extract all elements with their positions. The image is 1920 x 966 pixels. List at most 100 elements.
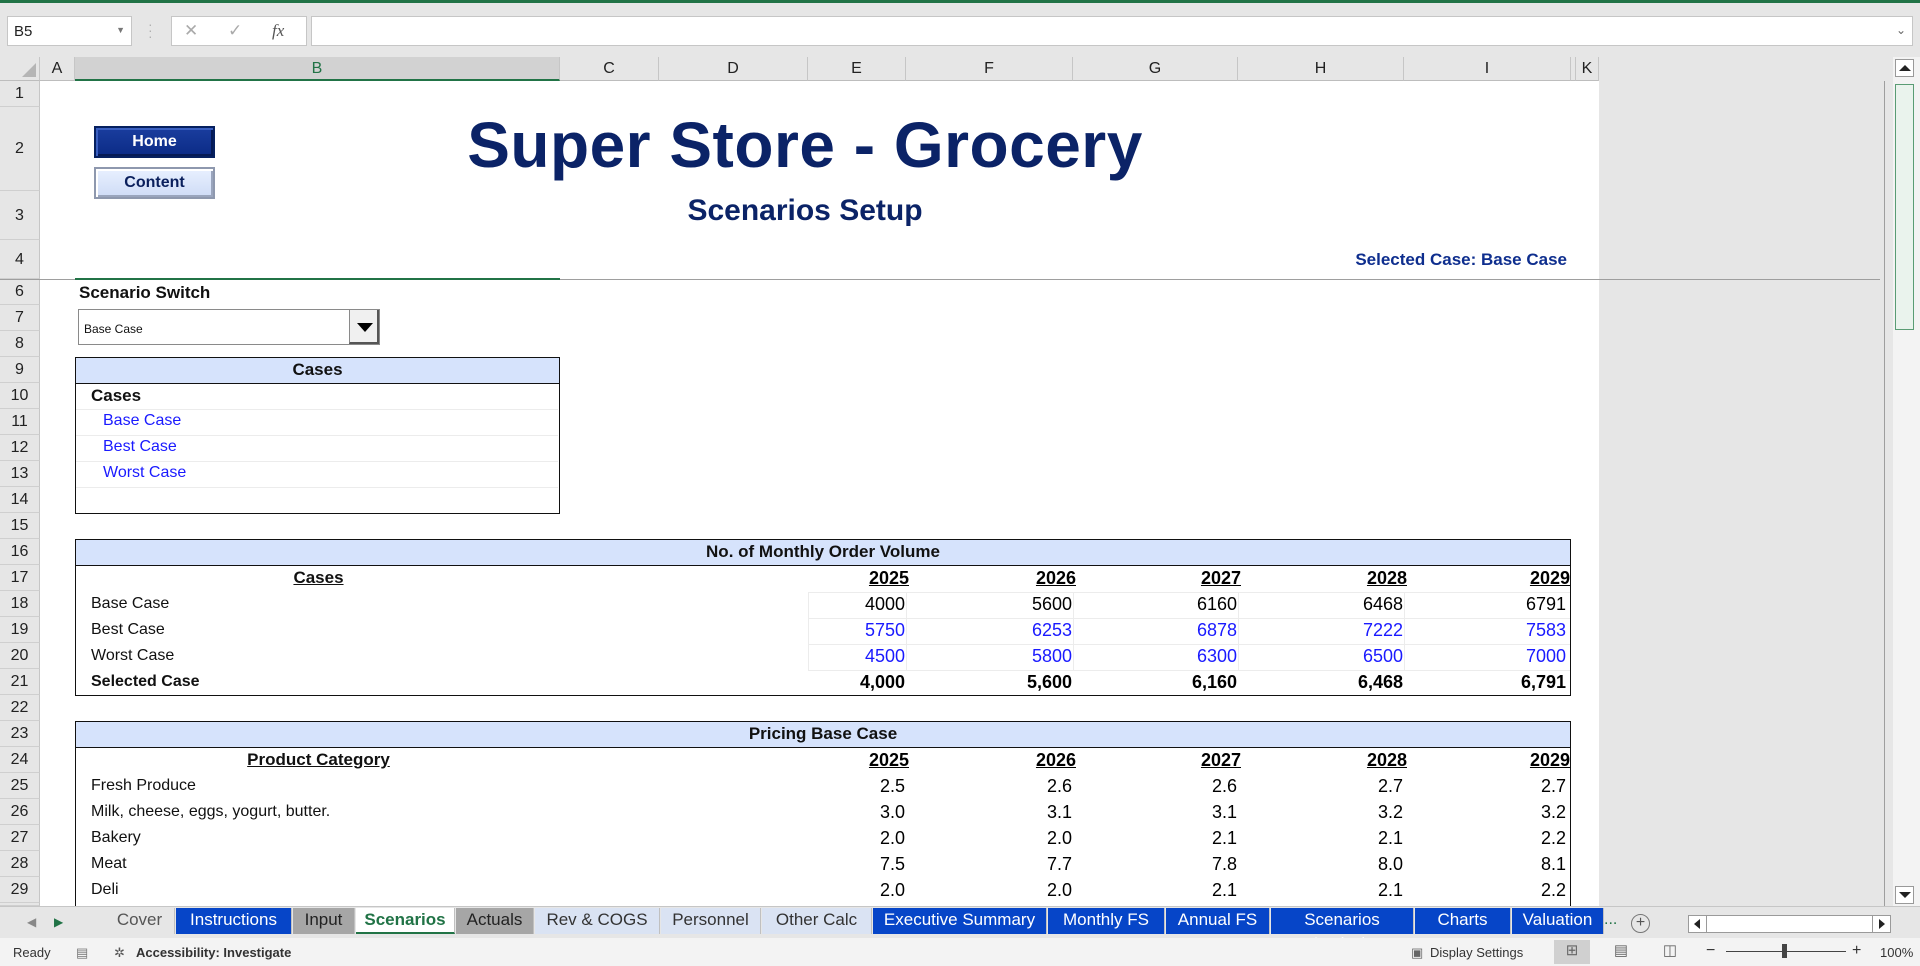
row-header-9[interactable]: 9 xyxy=(0,357,40,383)
pricing-cell[interactable]: 2.2 xyxy=(1466,880,1566,901)
page-layout-view-icon[interactable]: ▤ xyxy=(1603,940,1639,964)
row-header-4[interactable]: 4 xyxy=(0,240,40,279)
tab-scroll-left-icon[interactable]: ◀ xyxy=(27,915,36,929)
order-volume-cell[interactable]: 5,600 xyxy=(972,672,1072,693)
order-volume-cell[interactable]: 5750 xyxy=(805,620,905,641)
order-volume-cell[interactable]: 7000 xyxy=(1466,646,1566,667)
sheet-tab[interactable]: Charts xyxy=(1415,908,1511,934)
select-all-button[interactable] xyxy=(0,57,40,81)
pricing-cell[interactable]: 7.7 xyxy=(972,854,1072,875)
pricing-cell[interactable]: 2.7 xyxy=(1466,776,1566,797)
order-volume-cell[interactable]: 4000 xyxy=(805,594,905,615)
order-volume-cell[interactable]: 5600 xyxy=(972,594,1072,615)
row-header-12[interactable]: 12 xyxy=(0,435,40,461)
row-header-21[interactable]: 21 xyxy=(0,669,40,695)
case-item-base[interactable]: Base Case xyxy=(103,412,181,430)
row-header-20[interactable]: 20 xyxy=(0,643,40,669)
order-volume-cell[interactable]: 6500 xyxy=(1303,646,1403,667)
column-header-a[interactable]: A xyxy=(40,57,75,81)
order-volume-cell[interactable]: 6160 xyxy=(1137,594,1237,615)
row-header-16[interactable]: 16 xyxy=(0,539,40,565)
row-header-19[interactable]: 19 xyxy=(0,617,40,643)
zoom-level[interactable]: 100% xyxy=(1880,945,1913,960)
row-header-22[interactable]: 22 xyxy=(0,695,40,721)
row-header-27[interactable]: 27 xyxy=(0,825,40,851)
sheet-tab[interactable]: Cover xyxy=(105,908,175,934)
row-header-24[interactable]: 24 xyxy=(0,747,40,773)
zoom-in-button[interactable]: + xyxy=(1852,942,1861,960)
order-volume-cell[interactable]: 4,000 xyxy=(805,672,905,693)
pricing-cell[interactable]: 3.1 xyxy=(1137,802,1237,823)
pricing-cell[interactable]: 3.2 xyxy=(1466,802,1566,823)
macro-record-icon[interactable]: ▤ xyxy=(76,945,88,961)
pricing-cell[interactable]: 8.0 xyxy=(1303,854,1403,875)
name-box-dropdown-icon[interactable]: ▼ xyxy=(116,25,125,35)
pricing-cell[interactable]: 2.2 xyxy=(1466,828,1566,849)
column-header-b[interactable]: B xyxy=(75,57,560,81)
pricing-cell[interactable]: 8.1 xyxy=(1466,854,1566,875)
home-button[interactable]: Home xyxy=(94,126,215,158)
row-header-6[interactable]: 6 xyxy=(0,279,40,305)
sheet-tab[interactable]: Valuation xyxy=(1512,908,1604,934)
name-box[interactable]: B5 ▼ xyxy=(7,16,132,46)
column-header-f[interactable]: F xyxy=(906,57,1073,81)
order-volume-cell[interactable]: 5800 xyxy=(972,646,1072,667)
accessibility-status[interactable]: Accessibility: Investigate xyxy=(136,945,291,960)
sheet-tab[interactable]: Rev & COGS xyxy=(535,908,660,934)
order-volume-cell[interactable]: 6791 xyxy=(1466,594,1566,615)
horizontal-scrollbar[interactable] xyxy=(1688,915,1891,933)
column-header-h[interactable]: H xyxy=(1238,57,1404,81)
row-header-28[interactable]: 28 xyxy=(0,851,40,877)
column-header-c[interactable]: C xyxy=(560,57,659,81)
row-header-15[interactable]: 15 xyxy=(0,513,40,539)
case-item-worst[interactable]: Worst Case xyxy=(103,464,186,482)
sheet-tab[interactable]: Annual FS xyxy=(1166,908,1270,934)
pricing-cell[interactable]: 7.5 xyxy=(805,854,905,875)
pricing-cell[interactable]: 3.2 xyxy=(1303,802,1403,823)
pricing-cell[interactable]: 2.0 xyxy=(972,828,1072,849)
column-header-e[interactable]: E xyxy=(808,57,906,81)
scroll-down-icon[interactable] xyxy=(1895,886,1914,904)
pricing-cell[interactable]: 7.8 xyxy=(1137,854,1237,875)
display-settings-icon[interactable]: ▣ xyxy=(1411,945,1423,961)
row-header-10[interactable]: 10 xyxy=(0,383,40,409)
pricing-cell[interactable]: 2.0 xyxy=(805,828,905,849)
sheet-tab[interactable]: Input xyxy=(293,908,355,934)
sheet-tab[interactable]: Personnel xyxy=(661,908,761,934)
row-header-7[interactable]: 7 xyxy=(0,305,40,331)
chevron-down-icon[interactable] xyxy=(349,310,379,344)
row-header-3[interactable]: 3 xyxy=(0,191,40,240)
order-volume-cell[interactable]: 6468 xyxy=(1303,594,1403,615)
pricing-cell[interactable]: 2.1 xyxy=(1303,828,1403,849)
pricing-cell[interactable]: 3.1 xyxy=(972,802,1072,823)
tab-scroll-right-icon[interactable]: ▶ xyxy=(54,915,63,929)
row-header-26[interactable]: 26 xyxy=(0,799,40,825)
accessibility-icon[interactable]: ✲ xyxy=(114,945,125,961)
row-header-2[interactable]: 2 xyxy=(0,107,40,191)
pricing-cell[interactable]: 2.1 xyxy=(1137,880,1237,901)
content-button[interactable]: Content xyxy=(94,167,215,199)
zoom-slider-thumb[interactable] xyxy=(1782,944,1787,958)
column-header-g[interactable]: G xyxy=(1073,57,1238,81)
cancel-icon[interactable]: ✕ xyxy=(184,21,198,41)
expand-formula-bar-icon[interactable]: ⌄ xyxy=(1896,23,1906,37)
order-volume-cell[interactable]: 7222 xyxy=(1303,620,1403,641)
case-item-best[interactable]: Best Case xyxy=(103,438,177,456)
sheet-tab[interactable]: Monthly FS xyxy=(1048,908,1165,934)
sheet-tab[interactable]: Other Calc xyxy=(762,908,872,934)
order-volume-cell[interactable]: 4500 xyxy=(805,646,905,667)
pricing-cell[interactable]: 2.1 xyxy=(1137,828,1237,849)
sheet-tab[interactable]: Scenarios Analysis xyxy=(1271,908,1414,953)
order-volume-cell[interactable]: 6253 xyxy=(972,620,1072,641)
scenario-switch-dropdown[interactable]: Base Case xyxy=(78,309,380,345)
pricing-cell[interactable]: 2.1 xyxy=(1303,880,1403,901)
pricing-cell[interactable]: 2.6 xyxy=(972,776,1072,797)
zoom-out-button[interactable]: − xyxy=(1706,942,1715,960)
insert-function-icon[interactable]: fx xyxy=(272,21,284,41)
order-volume-cell[interactable]: 6,468 xyxy=(1303,672,1403,693)
sheet-tab[interactable]: Scenarios xyxy=(356,908,455,934)
display-settings-button[interactable]: Display Settings xyxy=(1430,945,1523,960)
pricing-cell[interactable]: 2.6 xyxy=(1137,776,1237,797)
column-header-d[interactable]: D xyxy=(659,57,808,81)
row-header-8[interactable]: 8 xyxy=(0,331,40,357)
